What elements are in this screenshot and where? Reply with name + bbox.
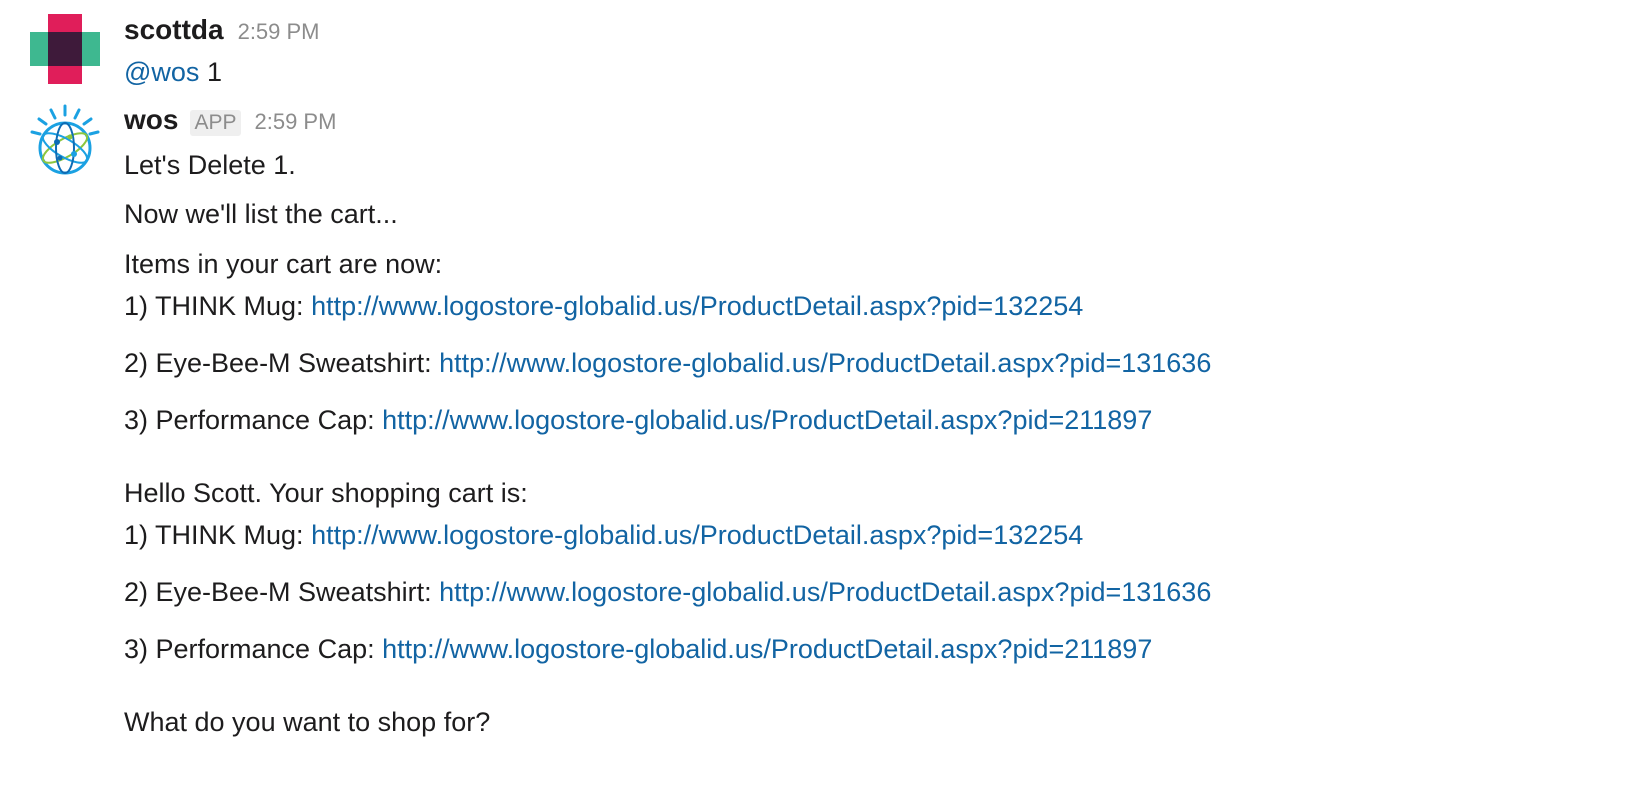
- author-name[interactable]: scottda: [124, 14, 224, 46]
- bot-avatar[interactable]: [30, 104, 100, 175]
- quilt-avatar-icon: [30, 14, 100, 84]
- message-text: 1: [199, 57, 222, 87]
- product-link[interactable]: http://www.logostore-globalid.us/Product…: [311, 520, 1083, 550]
- message-body: @wos 1: [124, 54, 222, 90]
- product-link[interactable]: http://www.logostore-globalid.us/Product…: [439, 348, 1211, 378]
- author-name[interactable]: wos: [124, 104, 178, 136]
- cart-item-label: 1) THINK Mug:: [124, 291, 312, 321]
- message-text: What do you want to shop for?: [124, 707, 491, 737]
- cart-item: 3) Performance Cap: http://www.logostore…: [124, 402, 1152, 438]
- timestamp[interactable]: 2:59 PM: [255, 109, 337, 135]
- cart-item: 2) Eye-Bee-M Sweatshirt: http://www.logo…: [124, 345, 1211, 381]
- cart-item-label: 2) Eye-Bee-M Sweatshirt:: [124, 577, 440, 607]
- message-header: wos APP 2:59 PM: [124, 104, 336, 144]
- user-mention[interactable]: @wos: [124, 57, 199, 87]
- watson-globe-icon: [30, 104, 100, 175]
- message-text: Hello Scott. Your shopping cart is:: [124, 478, 528, 508]
- cart-item-label: 3) Performance Cap:: [124, 405, 383, 435]
- message-text: Items in your cart are now:: [124, 249, 443, 279]
- message-text: Now we'll list the cart...: [124, 199, 398, 229]
- product-link[interactable]: http://www.logostore-globalid.us/Product…: [439, 577, 1211, 607]
- user-avatar[interactable]: [30, 14, 100, 84]
- app-badge: APP: [190, 110, 241, 136]
- cart-item: 1) THINK Mug: http://www.logostore-globa…: [124, 517, 1083, 553]
- message-header: scottda 2:59 PM: [124, 14, 320, 54]
- message-text: Let's Delete 1.: [124, 150, 296, 180]
- product-link[interactable]: http://www.logostore-globalid.us/Product…: [311, 291, 1083, 321]
- cart-item-label: 3) Performance Cap:: [124, 634, 383, 664]
- cart-item: 3) Performance Cap: http://www.logostore…: [124, 631, 1152, 667]
- product-link[interactable]: http://www.logostore-globalid.us/Product…: [382, 405, 1152, 435]
- cart-item: 2) Eye-Bee-M Sweatshirt: http://www.logo…: [124, 574, 1211, 610]
- cart-item-label: 1) THINK Mug:: [124, 520, 312, 550]
- cart-item: 1) THINK Mug: http://www.logostore-globa…: [124, 288, 1083, 324]
- cart-item-label: 2) Eye-Bee-M Sweatshirt:: [124, 348, 440, 378]
- product-link[interactable]: http://www.logostore-globalid.us/Product…: [382, 634, 1152, 664]
- timestamp[interactable]: 2:59 PM: [238, 19, 320, 45]
